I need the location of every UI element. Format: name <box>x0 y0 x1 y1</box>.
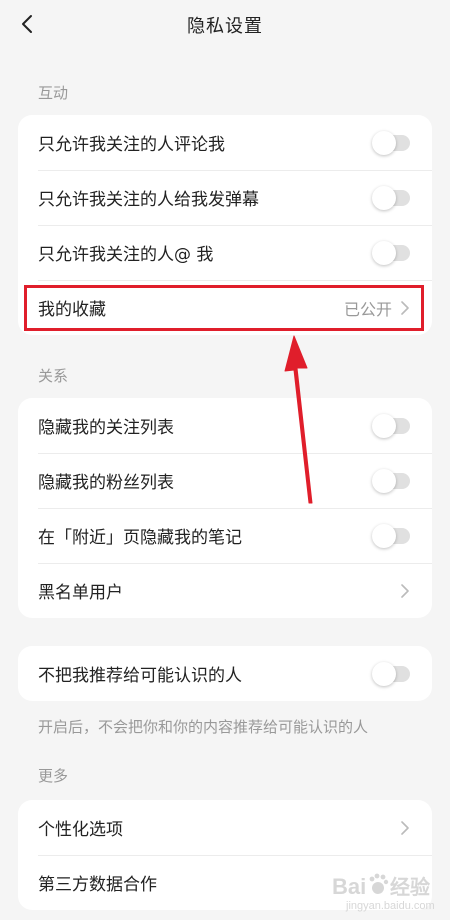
chevron-right-icon <box>401 820 409 835</box>
setting-row-comment-followers-only[interactable]: 只允许我关注的人评论我 <box>18 115 432 170</box>
setting-row-hide-followers-list[interactable]: 隐藏我的粉丝列表 <box>18 453 432 508</box>
mention-followers-only-toggle[interactable] <box>372 240 410 265</box>
setting-row-personalization[interactable]: 个性化选项 <box>18 800 432 855</box>
hide-followers-list-toggle[interactable] <box>372 468 410 493</box>
setting-row-no-recommend[interactable]: 不把我推荐给可能认识的人 <box>18 646 432 701</box>
relations-card: 隐藏我的关注列表 隐藏我的粉丝列表 在「附近」页隐藏我的笔记 黑名单用户 <box>18 398 432 618</box>
recommend-card: 不把我推荐给可能认识的人 <box>18 646 432 701</box>
section-label-interaction: 互动 <box>38 84 69 102</box>
setting-row-hide-notes-nearby[interactable]: 在「附近」页隐藏我的笔记 <box>18 508 432 563</box>
setting-row-third-party-data[interactable]: 第三方数据合作 <box>18 855 432 910</box>
no-recommend-toggle[interactable] <box>372 661 410 686</box>
setting-label: 只允许我关注的人给我发弹幕 <box>38 190 259 210</box>
setting-label: 不把我推荐给可能认识的人 <box>38 666 242 686</box>
page-title: 隐私设置 <box>187 16 263 37</box>
chevron-right-icon <box>401 583 409 598</box>
setting-label: 在「附近」页隐藏我的笔记 <box>38 528 242 548</box>
toggle-knob <box>372 468 396 493</box>
chevron-right-icon <box>401 300 409 315</box>
setting-label: 第三方数据合作 <box>38 875 157 895</box>
toggle-knob <box>372 661 396 686</box>
setting-label: 只允许我关注的人评论我 <box>38 135 225 155</box>
setting-label: 隐藏我的关注列表 <box>38 418 174 438</box>
hide-notes-nearby-toggle[interactable] <box>372 523 410 548</box>
setting-row-mention-followers-only[interactable]: 只允许我关注的人@ 我 <box>18 225 432 280</box>
setting-label: 个性化选项 <box>38 820 123 840</box>
toggle-knob <box>372 523 396 548</box>
toggle-knob <box>372 185 396 210</box>
collections-visibility-value: 已公开 <box>343 299 392 319</box>
toggle-knob <box>372 240 396 265</box>
privacy-settings-page: 隐私设置 互动 只允许我关注的人评论我 只允许我关注的人给我发弹幕 只允许我关注… <box>0 0 450 920</box>
section-label-more: 更多 <box>38 767 69 785</box>
toggle-knob <box>372 130 396 155</box>
interaction-card: 只允许我关注的人评论我 只允许我关注的人给我发弹幕 只允许我关注的人@ 我 我的… <box>18 115 432 335</box>
back-arrow-icon <box>22 15 32 33</box>
hide-following-list-toggle[interactable] <box>372 413 410 438</box>
back-button[interactable] <box>14 11 40 37</box>
comment-followers-only-toggle[interactable] <box>372 130 410 155</box>
recommend-hint-text: 开启后，不会把你和你的内容推荐给可能认识的人 <box>38 718 369 736</box>
setting-row-blacklist[interactable]: 黑名单用户 <box>18 563 432 618</box>
setting-label: 黑名单用户 <box>38 583 123 603</box>
nav-bar: 隐私设置 <box>0 0 450 50</box>
danmaku-followers-only-toggle[interactable] <box>372 185 410 210</box>
setting-row-hide-following-list[interactable]: 隐藏我的关注列表 <box>18 398 432 453</box>
setting-label: 隐藏我的粉丝列表 <box>38 473 174 493</box>
setting-label: 只允许我关注的人@ 我 <box>38 245 214 265</box>
setting-row-danmaku-followers-only[interactable]: 只允许我关注的人给我发弹幕 <box>18 170 432 225</box>
more-card: 个性化选项 第三方数据合作 <box>18 800 432 910</box>
section-label-relations: 关系 <box>38 367 69 385</box>
setting-label: 我的收藏 <box>38 300 106 320</box>
toggle-knob <box>372 413 396 438</box>
setting-row-my-collections[interactable]: 我的收藏 已公开 <box>18 280 432 335</box>
